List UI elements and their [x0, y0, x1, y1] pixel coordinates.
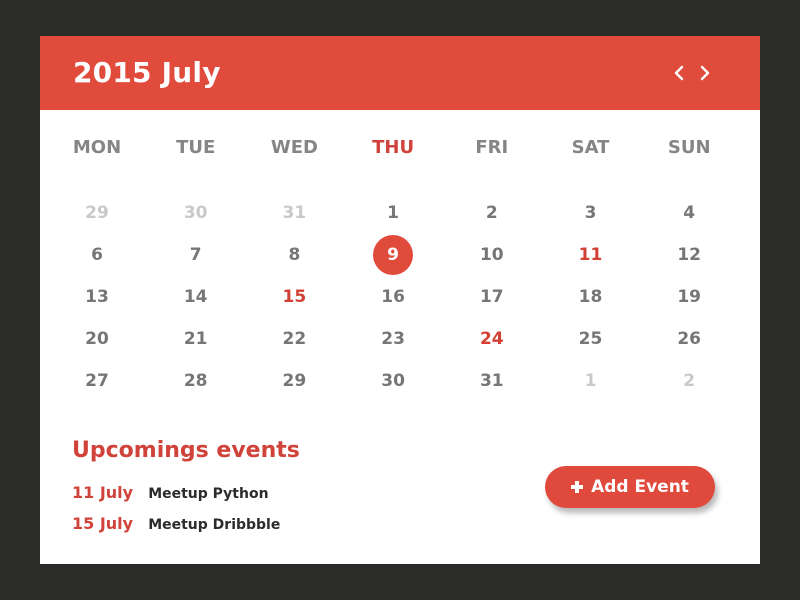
day-cell[interactable]: 21 [176, 319, 216, 359]
add-event-label: Add Event [591, 477, 689, 497]
event-name: Meetup Python [148, 486, 269, 502]
weekday-header-row: MON TUE WED THU FRI SAT SUN [40, 136, 760, 160]
day-cell[interactable]: 18 [571, 277, 611, 317]
weekday-sun: SUN [667, 137, 711, 158]
day-cell[interactable]: 31 [274, 193, 314, 233]
event-date: 15 July [72, 514, 134, 533]
event-item[interactable]: 15 July Meetup Dribbble [72, 512, 280, 536]
day-cell[interactable]: 31 [472, 361, 512, 401]
day-cell[interactable]: 3 [571, 193, 611, 233]
day-cell[interactable]: 12 [669, 235, 709, 275]
upcoming-events-title: Upcomings events [72, 438, 300, 463]
day-cell[interactable]: 1 [571, 361, 611, 401]
calendar-header: 2015 July [40, 36, 760, 110]
day-cell[interactable]: 17 [472, 277, 512, 317]
event-name: Meetup Dribbble [148, 517, 281, 533]
day-cell[interactable]: 4 [669, 193, 709, 233]
day-cell[interactable]: 23 [373, 319, 413, 359]
day-cell[interactable]: 26 [669, 319, 709, 359]
day-cell[interactable]: 30 [373, 361, 413, 401]
day-cell[interactable]: 27 [77, 361, 117, 401]
weekday-tue: TUE [176, 137, 216, 158]
day-cell-selected[interactable]: 9 [373, 235, 414, 275]
day-cell[interactable]: 20 [77, 319, 117, 359]
weekday-fri: FRI [475, 137, 509, 158]
day-cell[interactable]: 19 [669, 277, 709, 317]
day-cell[interactable]: 29 [274, 361, 314, 401]
day-cell[interactable]: 29 [77, 193, 117, 233]
chevron-left-icon [674, 65, 684, 81]
day-cell[interactable]: 22 [274, 319, 314, 359]
chevron-right-icon [700, 65, 710, 81]
month-title: 2015 July [73, 56, 221, 89]
day-cell[interactable]: 10 [472, 235, 512, 275]
day-cell[interactable]: 16 [373, 277, 413, 317]
day-cell[interactable]: 11 [571, 235, 611, 275]
weekday-thu: THU [372, 137, 415, 158]
day-cell[interactable]: 14 [176, 277, 216, 317]
add-event-button[interactable]: Add Event [545, 466, 715, 508]
event-item[interactable]: 11 July Meetup Python [72, 481, 269, 505]
day-cell[interactable]: 24 [472, 319, 512, 359]
day-cell[interactable]: 28 [176, 361, 216, 401]
day-cell[interactable]: 2 [472, 193, 512, 233]
event-date: 11 July [72, 483, 134, 502]
day-cell[interactable]: 15 [274, 277, 314, 317]
plus-icon [571, 481, 584, 493]
day-cell[interactable]: 13 [77, 277, 117, 317]
day-cell[interactable]: 30 [176, 193, 216, 233]
day-cell[interactable]: 25 [571, 319, 611, 359]
day-cell[interactable]: 2 [669, 361, 709, 401]
day-cell[interactable]: 7 [176, 235, 216, 275]
weekday-sat: SAT [571, 137, 610, 158]
prev-month-button[interactable] [671, 62, 689, 84]
weekday-mon: MON [72, 137, 122, 158]
day-cell[interactable]: 8 [274, 235, 314, 275]
day-cell[interactable]: 6 [77, 235, 117, 275]
next-month-button[interactable] [695, 62, 713, 84]
calendar-grid: 29 30 31 1 2 3 4 6 7 8 9 10 11 12 13 14 15 16 17 18 19 20 21 22… [40, 193, 760, 403]
calendar-card: 2015 July MON TUE WED THU FRI SAT SUN 29 30 31 1 2… [40, 36, 760, 564]
weekday-wed: WED [270, 137, 318, 158]
day-cell[interactable]: 1 [373, 193, 413, 233]
